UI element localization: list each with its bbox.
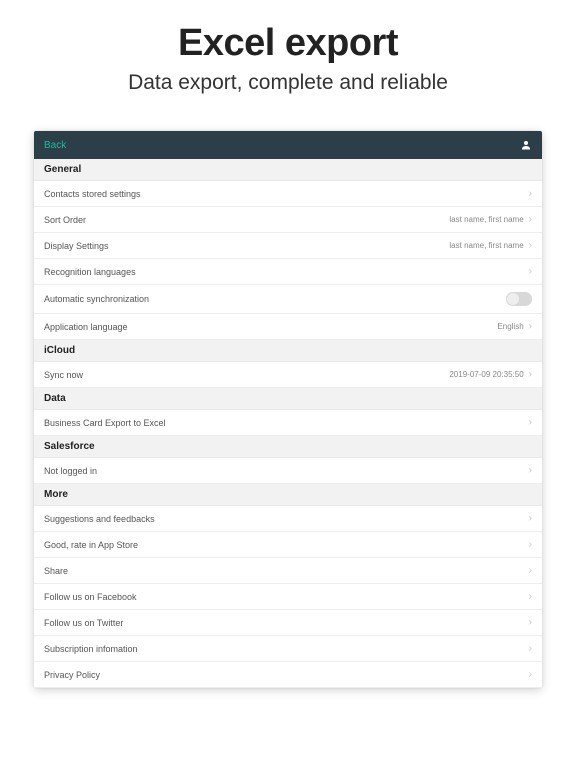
chevron-right-icon: ›	[529, 241, 532, 251]
section-header-more: More	[34, 484, 542, 506]
row-rate-app-store[interactable]: Good, rate in App Store ›	[34, 532, 542, 558]
row-display-settings[interactable]: Display Settings last name, first name ›	[34, 233, 542, 259]
chevron-right-icon: ›	[529, 566, 532, 576]
row-value: last name, first name	[449, 215, 523, 224]
row-value: last name, first name	[449, 241, 523, 250]
row-automatic-sync[interactable]: Automatic synchronization	[34, 285, 542, 314]
row-label: Contacts stored settings	[44, 189, 141, 199]
row-sort-order[interactable]: Sort Order last name, first name ›	[34, 207, 542, 233]
chevron-right-icon: ›	[529, 466, 532, 476]
chevron-right-icon: ›	[529, 267, 532, 277]
row-suggestions[interactable]: Suggestions and feedbacks ›	[34, 506, 542, 532]
chevron-right-icon: ›	[529, 514, 532, 524]
section-header-salesforce: Salesforce	[34, 436, 542, 458]
hero-subtitle: Data export, complete and reliable	[20, 71, 556, 95]
settings-screen: Back General Contacts stored settings › …	[34, 131, 542, 688]
row-label: Application language	[44, 322, 128, 332]
chevron-right-icon: ›	[529, 322, 532, 332]
row-label: Not logged in	[44, 466, 97, 476]
row-export-excel[interactable]: Business Card Export to Excel ›	[34, 410, 542, 436]
chevron-right-icon: ›	[529, 618, 532, 628]
nav-bar: Back	[34, 131, 542, 159]
row-label: Recognition languages	[44, 267, 136, 277]
toggle-switch[interactable]	[506, 292, 532, 306]
row-value: 2019-07-09 20:35:50	[449, 370, 523, 379]
row-label: Good, rate in App Store	[44, 540, 138, 550]
row-label: Subscription infomation	[44, 644, 138, 654]
chevron-right-icon: ›	[529, 418, 532, 428]
row-privacy-policy[interactable]: Privacy Policy ›	[34, 662, 542, 688]
row-contacts-settings[interactable]: Contacts stored settings ›	[34, 181, 542, 207]
row-label: Follow us on Twitter	[44, 618, 123, 628]
hero-title: Excel export	[20, 22, 556, 65]
section-header-data: Data	[34, 388, 542, 410]
row-label: Business Card Export to Excel	[44, 418, 166, 428]
row-label: Sort Order	[44, 215, 86, 225]
row-label: Display Settings	[44, 241, 109, 251]
row-label: Privacy Policy	[44, 670, 100, 680]
chevron-right-icon: ›	[529, 644, 532, 654]
row-sync-now[interactable]: Sync now 2019-07-09 20:35:50 ›	[34, 362, 542, 388]
row-follow-twitter[interactable]: Follow us on Twitter ›	[34, 610, 542, 636]
chevron-right-icon: ›	[529, 540, 532, 550]
chevron-right-icon: ›	[529, 215, 532, 225]
profile-icon[interactable]	[520, 139, 532, 151]
row-salesforce-status[interactable]: Not logged in ›	[34, 458, 542, 484]
chevron-right-icon: ›	[529, 670, 532, 680]
section-header-icloud: iCloud	[34, 340, 542, 362]
row-value: English	[497, 322, 523, 331]
back-button[interactable]: Back	[44, 140, 66, 151]
chevron-right-icon: ›	[529, 592, 532, 602]
chevron-right-icon: ›	[529, 370, 532, 380]
chevron-right-icon: ›	[529, 189, 532, 199]
row-subscription-info[interactable]: Subscription infomation ›	[34, 636, 542, 662]
row-application-language[interactable]: Application language English ›	[34, 314, 542, 340]
section-header-general: General	[34, 159, 542, 181]
row-follow-facebook[interactable]: Follow us on Facebook ›	[34, 584, 542, 610]
row-share[interactable]: Share ›	[34, 558, 542, 584]
row-label: Share	[44, 566, 68, 576]
row-label: Automatic synchronization	[44, 294, 149, 304]
hero-section: Excel export Data export, complete and r…	[0, 0, 576, 113]
row-recognition-languages[interactable]: Recognition languages ›	[34, 259, 542, 285]
row-label: Follow us on Facebook	[44, 592, 137, 602]
row-label: Suggestions and feedbacks	[44, 514, 155, 524]
row-label: Sync now	[44, 370, 83, 380]
